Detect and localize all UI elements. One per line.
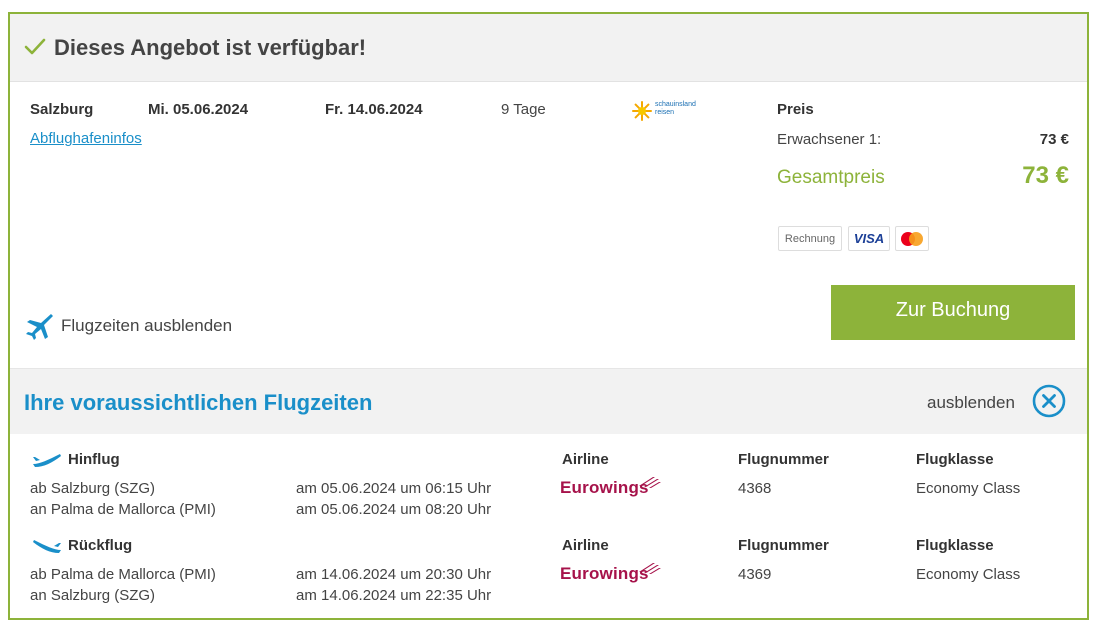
outbound-class-header: Flugklasse <box>916 451 994 468</box>
outbound-flight-number: 4368 <box>738 480 772 497</box>
mastercard-icon <box>901 231 923 246</box>
outbound-label: Hinflug <box>68 451 120 468</box>
payment-mastercard <box>895 226 929 251</box>
return-dep-time: am 14.06.2024 um 20:30 Uhr <box>296 566 492 583</box>
departure-airport: Salzburg <box>30 101 94 118</box>
availability-title: Dieses Angebot ist verfügbar! <box>54 35 367 60</box>
toggle-flight-times-label[interactable]: Flugzeiten ausblenden <box>61 316 232 336</box>
offer-details: Salzburg Mi. 05.06.2024 Fr. 14.06.2024 9… <box>10 83 1087 363</box>
return-from: ab Palma de Mallorca (PMI) <box>30 566 216 583</box>
return-flight-number: 4369 <box>738 566 772 583</box>
outbound-arr-time: am 05.06.2024 um 08:20 Uhr <box>296 501 492 518</box>
return-airline-header: Airline <box>562 537 609 554</box>
hide-flight-times-link[interactable]: ausblenden <box>927 393 1015 413</box>
outbound-airline-logo: Eurowings <box>560 477 661 498</box>
plane-departure-icon <box>33 454 61 467</box>
outbound-number-header: Flugnummer <box>738 451 829 468</box>
availability-header: Dieses Angebot ist verfügbar! <box>10 14 1087 82</box>
total-price-label: Gesamtpreis <box>777 167 885 188</box>
return-class-header: Flugklasse <box>916 537 994 554</box>
outbound-from: ab Salzburg (SZG) <box>30 480 156 497</box>
payment-visa: VISA <box>848 226 890 251</box>
return-to: an Salzburg (SZG) <box>30 587 156 604</box>
plane-arrival-icon <box>33 540 61 553</box>
outbound-to: an Palma de Mallorca (PMI) <box>30 501 216 518</box>
adult-price-value: 73 € <box>1039 131 1069 148</box>
outbound-airline-header: Airline <box>562 451 609 468</box>
airline-name: Eurowings <box>560 478 649 497</box>
adult-price-label: Erwachsener 1: <box>777 131 882 148</box>
price-heading: Preis <box>777 101 814 118</box>
return-flight-class: Economy Class <box>916 566 1021 583</box>
plane-icon <box>26 314 53 340</box>
wing-icon <box>639 563 661 574</box>
total-price-value: 73 € <box>1022 162 1069 189</box>
return-airline-logo: Eurowings <box>560 563 661 584</box>
trip-duration: 9 Tage <box>501 101 546 118</box>
logo-text-line2: reisen <box>655 109 675 116</box>
check-icon <box>24 38 46 55</box>
outbound-dep-time: am 05.06.2024 um 06:15 Uhr <box>296 480 492 497</box>
flight-times-title: Ihre voraussichtlichen Flugzeiten <box>24 390 373 415</box>
airport-info-link[interactable]: Abflughafeninfos <box>30 130 142 147</box>
outbound-flight-class: Economy Class <box>916 480 1021 497</box>
return-arr-time: am 14.06.2024 um 22:35 Uhr <box>296 587 492 604</box>
book-button[interactable]: Zur Buchung <box>831 285 1075 340</box>
close-circle-icon[interactable] <box>1032 384 1066 418</box>
airline-name: Eurowings <box>560 564 649 583</box>
wing-icon <box>639 477 661 488</box>
logo-text-line1: schauinsland <box>655 101 696 108</box>
flight-times-header: Ihre voraussichtlichen Flugzeiten ausble… <box>10 368 1087 434</box>
return-number-header: Flugnummer <box>738 537 829 554</box>
date-outbound: Mi. 05.06.2024 <box>148 101 249 118</box>
flight-list: Hinflug Airline Flugnummer Flugklasse ab… <box>10 434 1087 620</box>
date-return: Fr. 14.06.2024 <box>325 101 423 118</box>
sun-icon <box>632 101 652 121</box>
return-label: Rückflug <box>68 537 133 554</box>
offer-card: Dieses Angebot ist verfügbar! Salzburg M… <box>8 12 1089 620</box>
payment-invoice: Rechnung <box>778 226 842 251</box>
